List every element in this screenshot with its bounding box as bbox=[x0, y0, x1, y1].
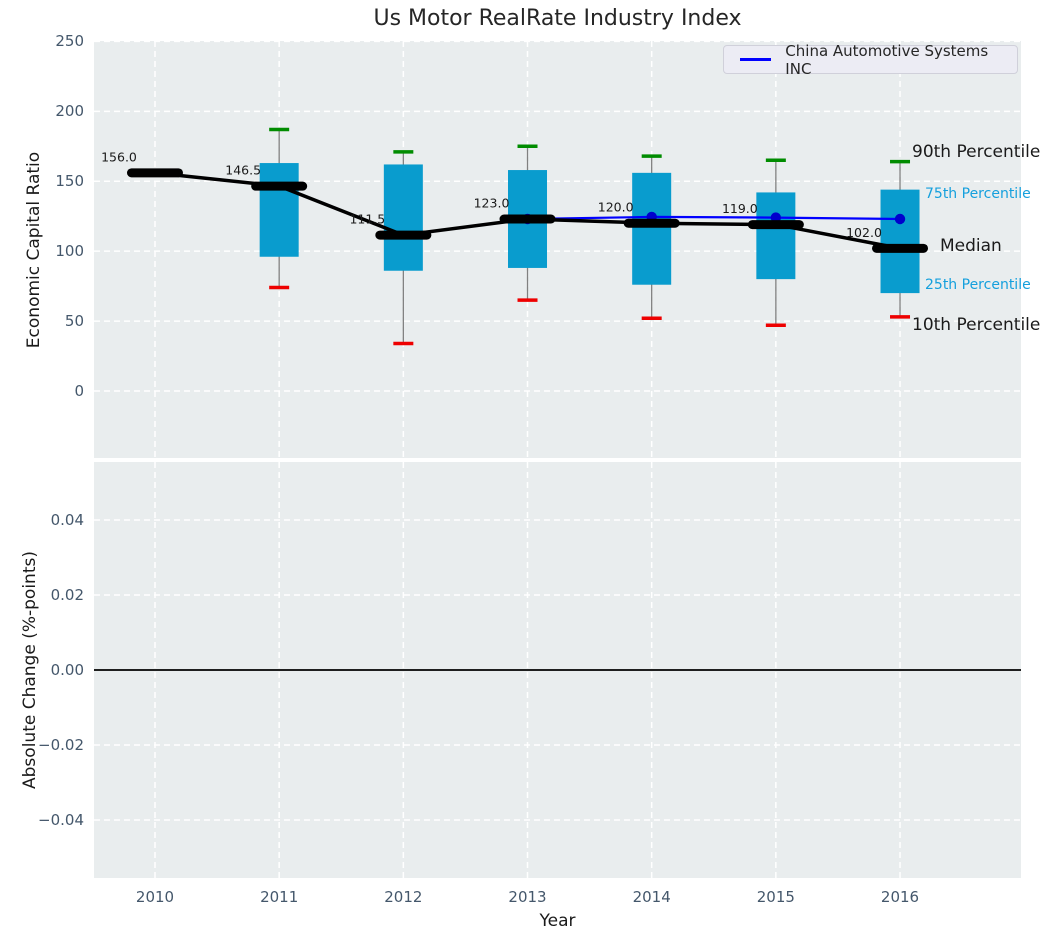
median-marker bbox=[872, 244, 928, 253]
median-value-label: 123.0 bbox=[474, 195, 510, 210]
annotation-p10: 10th Percentile bbox=[912, 315, 1040, 335]
quartile-box bbox=[260, 163, 299, 257]
x-tick-label: 2013 bbox=[488, 888, 568, 906]
x-tick-label: 2016 bbox=[860, 888, 940, 906]
bottom-axes-plot bbox=[94, 462, 1021, 878]
y-tick-label: 50 bbox=[0, 312, 84, 330]
median-marker bbox=[748, 220, 804, 229]
median-marker bbox=[375, 231, 431, 240]
quartile-box bbox=[881, 190, 920, 293]
y-tick-label: 0.02 bbox=[0, 586, 84, 604]
company-marker-dot bbox=[895, 214, 905, 224]
median-value-label: 120.0 bbox=[598, 200, 634, 215]
median-value-label: 102.0 bbox=[846, 225, 882, 240]
median-marker bbox=[500, 214, 556, 223]
median-value-label: 156.0 bbox=[101, 149, 137, 164]
legend-box: China Automotive Systems INC bbox=[723, 45, 1018, 74]
median-value-label: 119.0 bbox=[722, 201, 758, 216]
median-marker bbox=[251, 182, 307, 191]
annotation-median: Median bbox=[940, 236, 1002, 256]
median-value-label: 146.5 bbox=[225, 163, 261, 178]
annotation-q1: 25th Percentile bbox=[925, 277, 1031, 293]
chart-title: Us Motor RealRate Industry Index bbox=[94, 6, 1021, 31]
y-tick-label: 200 bbox=[0, 102, 84, 120]
y-tick-label: −0.02 bbox=[0, 736, 84, 754]
x-axis-label: Year bbox=[94, 911, 1021, 931]
quartile-box bbox=[384, 164, 423, 270]
legend-line-sample bbox=[740, 58, 771, 61]
company-line bbox=[528, 217, 901, 219]
legend-label: China Automotive Systems INC bbox=[785, 42, 1007, 78]
chart-figure: Us Motor RealRate Industry Index 156.0 14… bbox=[0, 0, 1049, 942]
y-tick-label: 0.04 bbox=[0, 511, 84, 529]
x-tick-label: 2011 bbox=[239, 888, 319, 906]
x-tick-label: 2014 bbox=[612, 888, 692, 906]
x-tick-label: 2010 bbox=[115, 888, 195, 906]
y-tick-label: 0.00 bbox=[0, 661, 84, 679]
top-axes-plot: 156.0 146.5 111.5 123.0 120.0 119.0 102.0 bbox=[94, 41, 1021, 458]
annotation-q3: 75th Percentile bbox=[925, 186, 1031, 202]
median-marker bbox=[624, 219, 680, 228]
y-tick-label: 100 bbox=[0, 242, 84, 260]
y-tick-label: −0.04 bbox=[0, 811, 84, 829]
x-tick-label: 2015 bbox=[736, 888, 816, 906]
quartile-box bbox=[632, 173, 671, 285]
x-tick-label: 2012 bbox=[363, 888, 443, 906]
quartile-box bbox=[756, 192, 795, 279]
y-tick-label: 0 bbox=[0, 382, 84, 400]
median-value-label: 111.5 bbox=[349, 212, 385, 227]
annotation-p90: 90th Percentile bbox=[912, 142, 1040, 162]
y-tick-label: 250 bbox=[0, 32, 84, 50]
median-marker bbox=[127, 168, 183, 177]
y-tick-label: 150 bbox=[0, 172, 84, 190]
